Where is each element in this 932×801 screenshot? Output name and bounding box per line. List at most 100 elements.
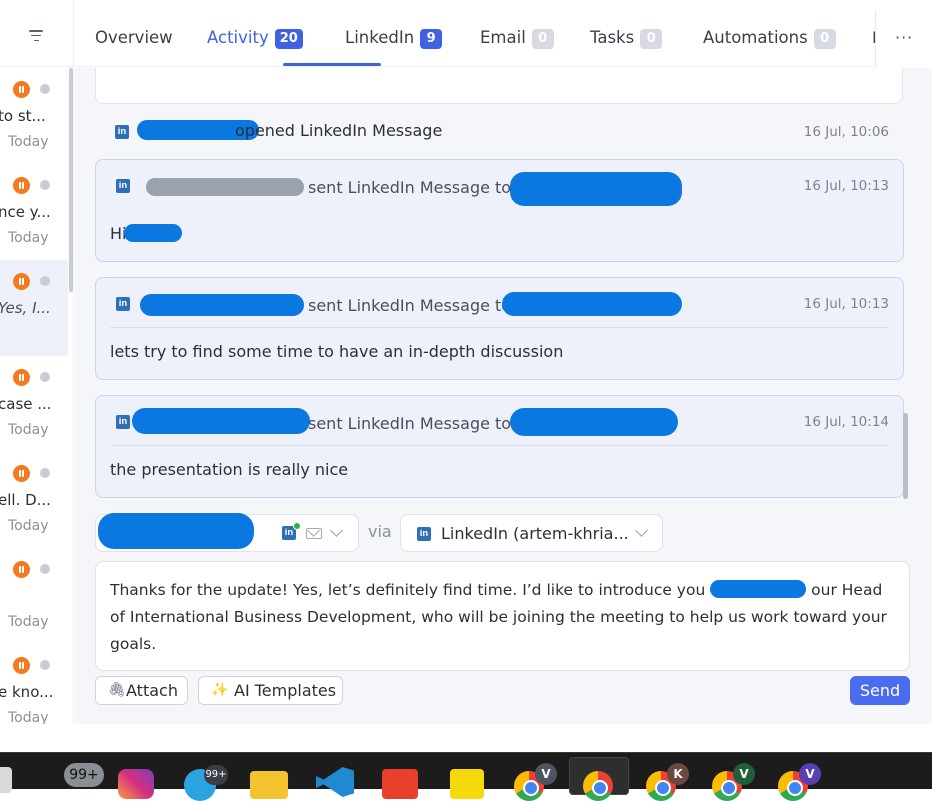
tab-linkedin[interactable]: LinkedIn 9 — [345, 28, 443, 49]
divider — [110, 327, 889, 328]
message-card: in sent LinkedIn Message to 16 Jul, 10:1… — [95, 159, 904, 262]
message-time: 16 Jul, 10:13 — [803, 178, 889, 194]
list-item-snippet: e kno... — [0, 683, 54, 701]
list-item-date: Today — [8, 614, 49, 630]
list-item[interactable]: ell. D... Today — [0, 452, 68, 548]
tab-label: LinkedIn — [345, 28, 415, 47]
list-item[interactable]: to st... Today — [0, 68, 68, 164]
message-card: in sent LinkedIn Message to 16 Jul, 10:1… — [95, 277, 904, 380]
pause-icon[interactable] — [13, 81, 30, 98]
activity-time: 16 Jul, 10:06 — [803, 124, 889, 140]
tab-bar: Overview Activity 20 LinkedIn 9 Email 0 Tas… — [75, 0, 875, 67]
status-dot — [40, 660, 50, 670]
tab-email[interactable]: Email 0 — [480, 28, 554, 49]
list-item-snippet: ell. D... — [0, 491, 51, 509]
chevron-down-icon — [635, 524, 648, 537]
folder-icon[interactable] — [250, 771, 288, 799]
tab-activity[interactable]: Activity 20 — [207, 28, 303, 49]
envelope-icon — [306, 528, 322, 539]
pause-icon[interactable] — [13, 465, 30, 482]
list-item-date: Today — [8, 134, 49, 150]
os-taskbar: 99+ 99+ V K V V — [0, 752, 932, 801]
tab-count-badge: 0 — [813, 29, 836, 49]
more-menu-button[interactable]: ··· — [875, 10, 932, 67]
tab-label: Tasks — [590, 28, 635, 47]
list-item-date: Today — [8, 710, 49, 724]
status-dot — [40, 180, 50, 190]
redacted-recipient — [510, 408, 678, 436]
magic-wand-icon: ✨ — [211, 682, 229, 698]
tab-label: Automations — [703, 28, 808, 47]
telegram-badge: 99+ — [204, 765, 228, 785]
channel-label: LinkedIn (artem-khria... — [441, 524, 629, 543]
sender-select[interactable]: in — [95, 513, 359, 552]
profile-avatar: V — [535, 763, 557, 785]
list-item[interactable]: nce y... Today — [0, 164, 68, 260]
linkedin-icon: in — [116, 415, 130, 429]
tab-count-badge: 9 — [420, 29, 443, 49]
list-item[interactable]: case ... Today — [0, 356, 68, 452]
instagram-icon[interactable] — [118, 769, 154, 799]
status-dot — [40, 564, 50, 574]
redacted-recipient — [510, 172, 682, 206]
message-time: 16 Jul, 10:13 — [803, 296, 889, 312]
tab-automations[interactable]: Automations 0 — [703, 28, 836, 49]
activity-card — [95, 68, 903, 104]
list-item[interactable]: Today — [0, 548, 68, 644]
attach-label: Attach — [126, 681, 178, 700]
linkedin-icon: in — [116, 297, 130, 311]
ai-templates-label: AI Templates — [234, 681, 337, 700]
pause-icon[interactable] — [13, 369, 30, 386]
sticky-notes-icon[interactable] — [450, 769, 484, 799]
status-dot — [40, 276, 50, 286]
list-item-date: Today — [8, 230, 49, 246]
profile-avatar: V — [799, 763, 821, 785]
pause-icon[interactable] — [13, 657, 30, 674]
message-header: sent LinkedIn Message to — [308, 296, 512, 315]
app-icon[interactable] — [0, 767, 12, 793]
redacted-name — [146, 178, 304, 196]
tab-tasks[interactable]: Tasks 0 — [590, 28, 663, 49]
attach-button[interactable]: 🖇 Attach — [95, 676, 188, 705]
message-body: the presentation is really nice — [110, 460, 349, 479]
ai-templates-button[interactable]: ✨ AI Templates — [198, 676, 343, 705]
feed-scrollbar[interactable] — [903, 413, 908, 499]
list-item-snippet: to st... — [0, 107, 46, 125]
tab-label: Overview — [95, 28, 173, 47]
status-dot — [40, 468, 50, 478]
tab-label: Email — [480, 28, 526, 47]
redacted-name — [140, 294, 304, 316]
notification-badge: 99+ — [64, 763, 104, 787]
redacted-name — [124, 224, 182, 242]
message-text-start: Thanks for the update! Yes, let’s defini… — [110, 581, 706, 599]
pause-icon[interactable] — [13, 561, 30, 578]
list-scrollbar[interactable] — [69, 68, 73, 292]
channel-select[interactable]: in LinkedIn (artem-khria... — [400, 514, 663, 552]
pause-icon[interactable] — [13, 177, 30, 194]
profile-avatar: K — [667, 763, 689, 785]
app-icon[interactable] — [382, 769, 418, 799]
status-dot — [40, 84, 50, 94]
message-editor[interactable]: Thanks for the update! Yes, let’s defini… — [95, 561, 910, 671]
tab-label: Activity — [207, 28, 269, 47]
tab-overview[interactable]: Overview — [95, 28, 173, 47]
filter-icon[interactable] — [28, 30, 44, 42]
list-item-snippet: Yes, I... — [0, 299, 51, 317]
more-icon: ··· — [895, 28, 914, 47]
list-item[interactable]: e kno... Today — [0, 644, 68, 724]
conversation-list: to st... Today nce y... Today Yes, I... … — [0, 0, 74, 724]
paperclip-icon: 🖇 — [108, 682, 126, 698]
list-item-snippet: case ... — [0, 395, 52, 413]
linkedin-icon: in — [115, 125, 129, 139]
chrome-icon[interactable] — [583, 771, 613, 801]
active-tab-indicator — [283, 63, 381, 66]
divider — [110, 445, 889, 446]
redacted-name — [710, 580, 807, 598]
linkedin-icon: in — [116, 179, 130, 193]
message-header: sent LinkedIn Message to — [308, 414, 512, 433]
pause-icon[interactable] — [13, 273, 30, 290]
window-bottom — [0, 724, 932, 752]
send-button[interactable]: Send — [850, 676, 910, 705]
list-item-selected[interactable]: Yes, I... — [0, 260, 68, 356]
vscode-icon[interactable] — [316, 767, 354, 797]
